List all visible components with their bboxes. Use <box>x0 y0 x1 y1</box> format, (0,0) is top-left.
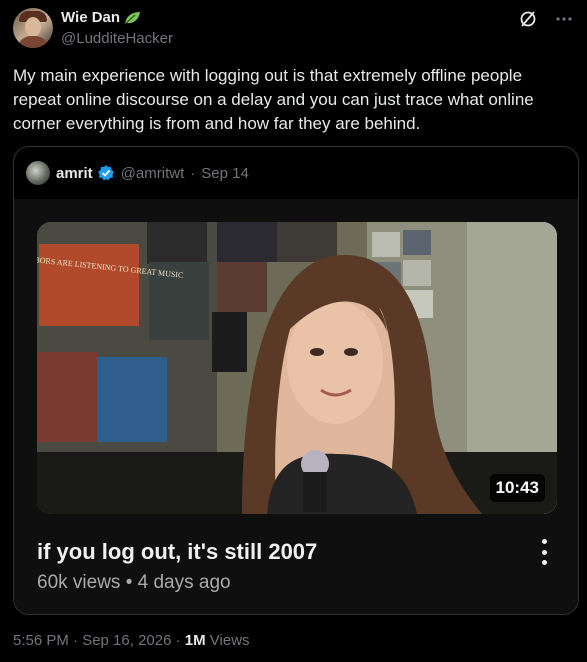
tweet-text: My main experience with logging out is t… <box>13 66 534 133</box>
quote-date[interactable]: Sep 14 <box>201 165 249 182</box>
video-duration: 10:43 <box>489 474 545 502</box>
tweet-timestamp[interactable]: 5:56 PM · Sep 16, 2026 · <box>13 632 185 649</box>
thumbnail-image: MY NEIGHBORS ARE LISTENING TO GREAT MUSI… <box>37 222 557 514</box>
author-display-name[interactable]: Wie Dan <box>61 9 120 26</box>
views-label: Views <box>205 632 250 649</box>
more-icon[interactable] <box>555 10 573 28</box>
quoted-tweet[interactable]: amrit @amritwt · Sep 14 NEIGHBORS ARE LI… <box>13 146 579 615</box>
video-thumbnail[interactable]: MY NEIGHBORS ARE LISTENING TO GREAT MUSI… <box>37 222 557 514</box>
quote-author-handle[interactable]: @amritwt <box>121 165 185 182</box>
leaf-icon <box>123 10 141 26</box>
video-more-icon[interactable] <box>538 539 550 565</box>
author-name-row: Wie Dan <box>61 9 141 26</box>
author-handle[interactable]: @LudditeHacker <box>61 30 173 47</box>
quote-author-name[interactable]: amrit <box>56 165 93 182</box>
verified-icon <box>97 164 115 182</box>
tweet-footer: 5:56 PM · Sep 16, 2026 · 1M Views <box>13 632 250 649</box>
youtube-card[interactable]: MY NEIGHBORS ARE LISTENING TO GREAT MUSI… <box>14 199 578 614</box>
views-count: 1M <box>184 632 206 649</box>
quote-avatar[interactable] <box>26 161 50 185</box>
quote-header: amrit @amritwt · Sep 14 <box>14 147 578 199</box>
quote-separator: · <box>190 164 196 182</box>
author-avatar[interactable] <box>13 8 53 48</box>
video-meta: 60k views • 4 days ago <box>37 572 231 593</box>
grok-icon[interactable] <box>519 10 537 28</box>
top-actions <box>519 10 573 28</box>
video-title[interactable]: if you log out, it's still 2007 <box>37 539 317 565</box>
